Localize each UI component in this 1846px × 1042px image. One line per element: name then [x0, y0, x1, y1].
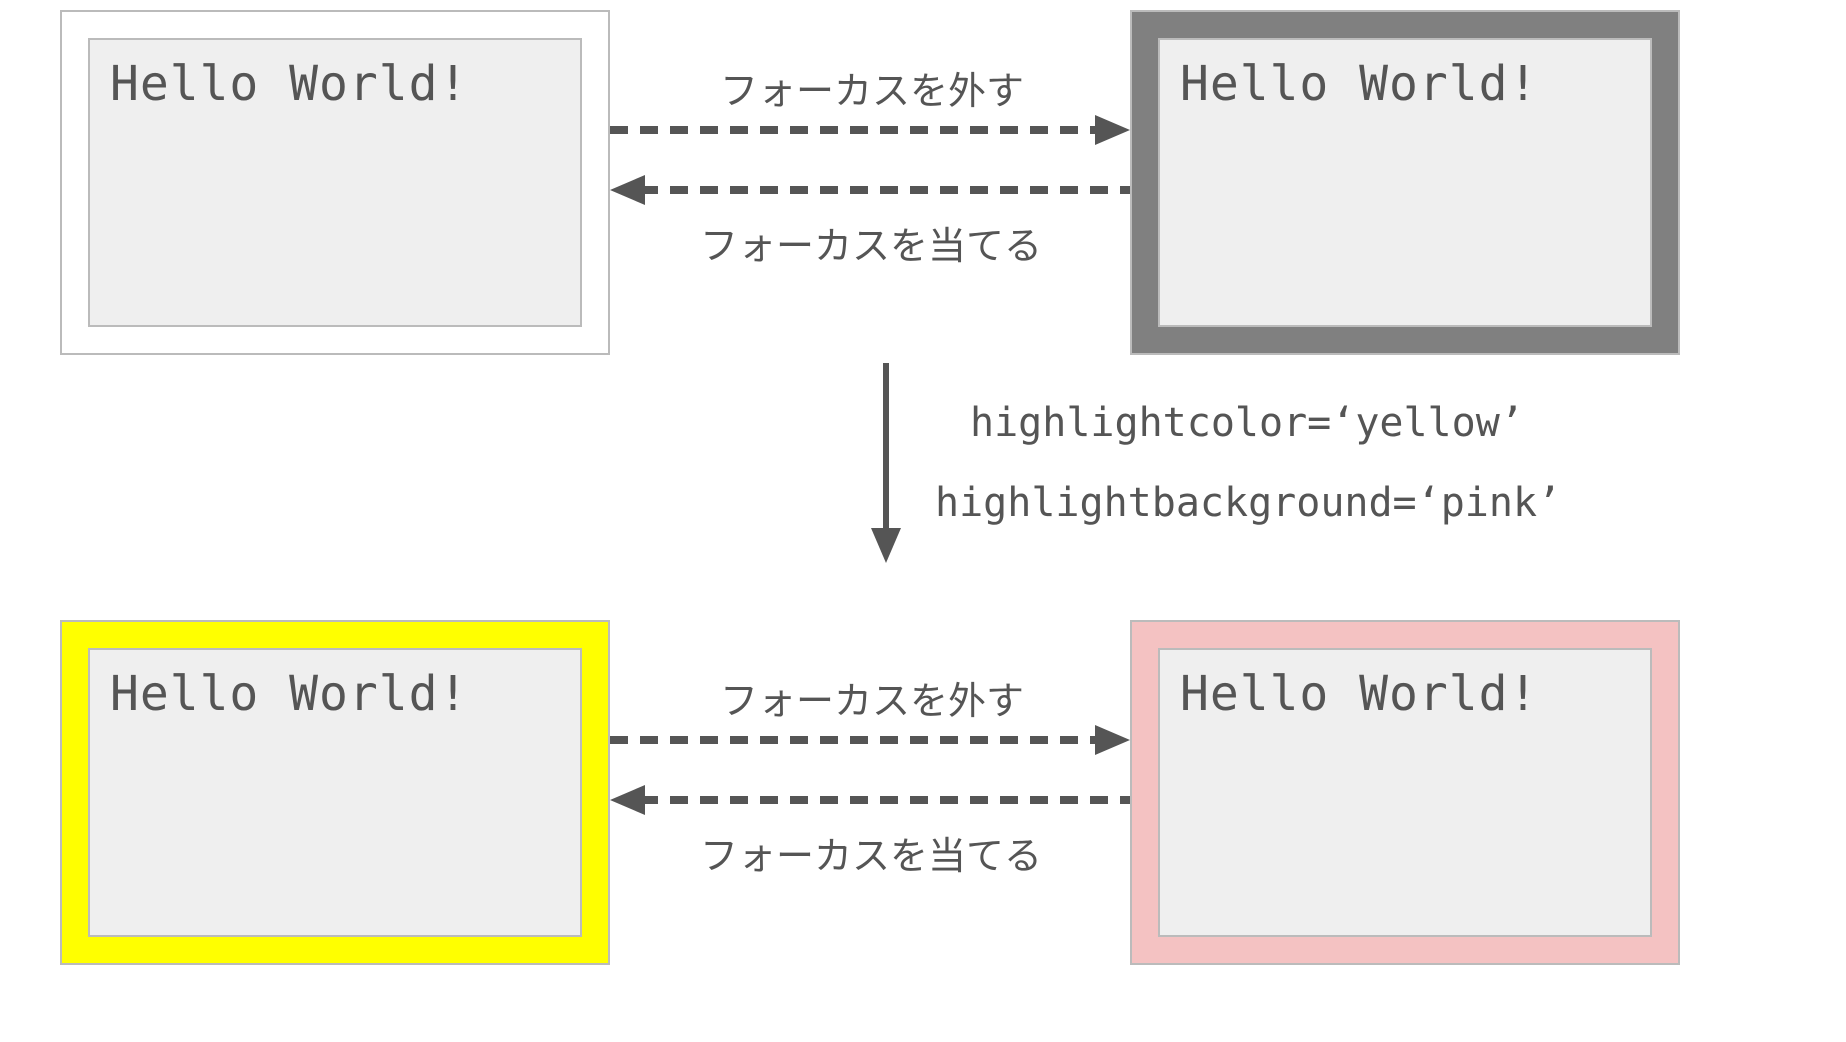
textbox: Hello World! — [1158, 38, 1652, 327]
code-highlightbackground: highlightbackground=‘pink’ — [935, 480, 1561, 526]
textbox: Hello World! — [88, 38, 582, 327]
state-box-default-focused: Hello World! — [60, 10, 610, 355]
textbox-text: Hello World! — [110, 56, 468, 112]
arrow-label-remove-focus-bottom: フォーカスを外す — [720, 670, 1024, 725]
textbox-text: Hello World! — [110, 666, 468, 722]
arrow-left-top-icon — [610, 170, 1130, 210]
textbox: Hello World! — [88, 648, 582, 937]
arrow-label-remove-focus-top: フォーカスを外す — [720, 60, 1024, 115]
code-highlightcolor: highlightcolor=‘yellow’ — [970, 400, 1524, 446]
textbox: Hello World! — [1158, 648, 1652, 937]
textbox-text: Hello World! — [1180, 666, 1538, 722]
arrow-left-bottom-icon — [610, 780, 1130, 820]
arrow-right-bottom-icon — [610, 720, 1130, 760]
arrow-label-give-focus-top: フォーカスを当てる — [700, 215, 1042, 270]
textbox-text: Hello World! — [1180, 56, 1538, 112]
arrow-right-top-icon — [610, 110, 1130, 150]
state-box-default-unfocused: Hello World! — [1130, 10, 1680, 355]
state-box-custom-unfocused: Hello World! — [1130, 620, 1680, 965]
state-box-custom-focused: Hello World! — [60, 620, 610, 965]
arrow-label-give-focus-bottom: フォーカスを当てる — [700, 825, 1042, 880]
arrow-down-icon — [866, 363, 906, 563]
